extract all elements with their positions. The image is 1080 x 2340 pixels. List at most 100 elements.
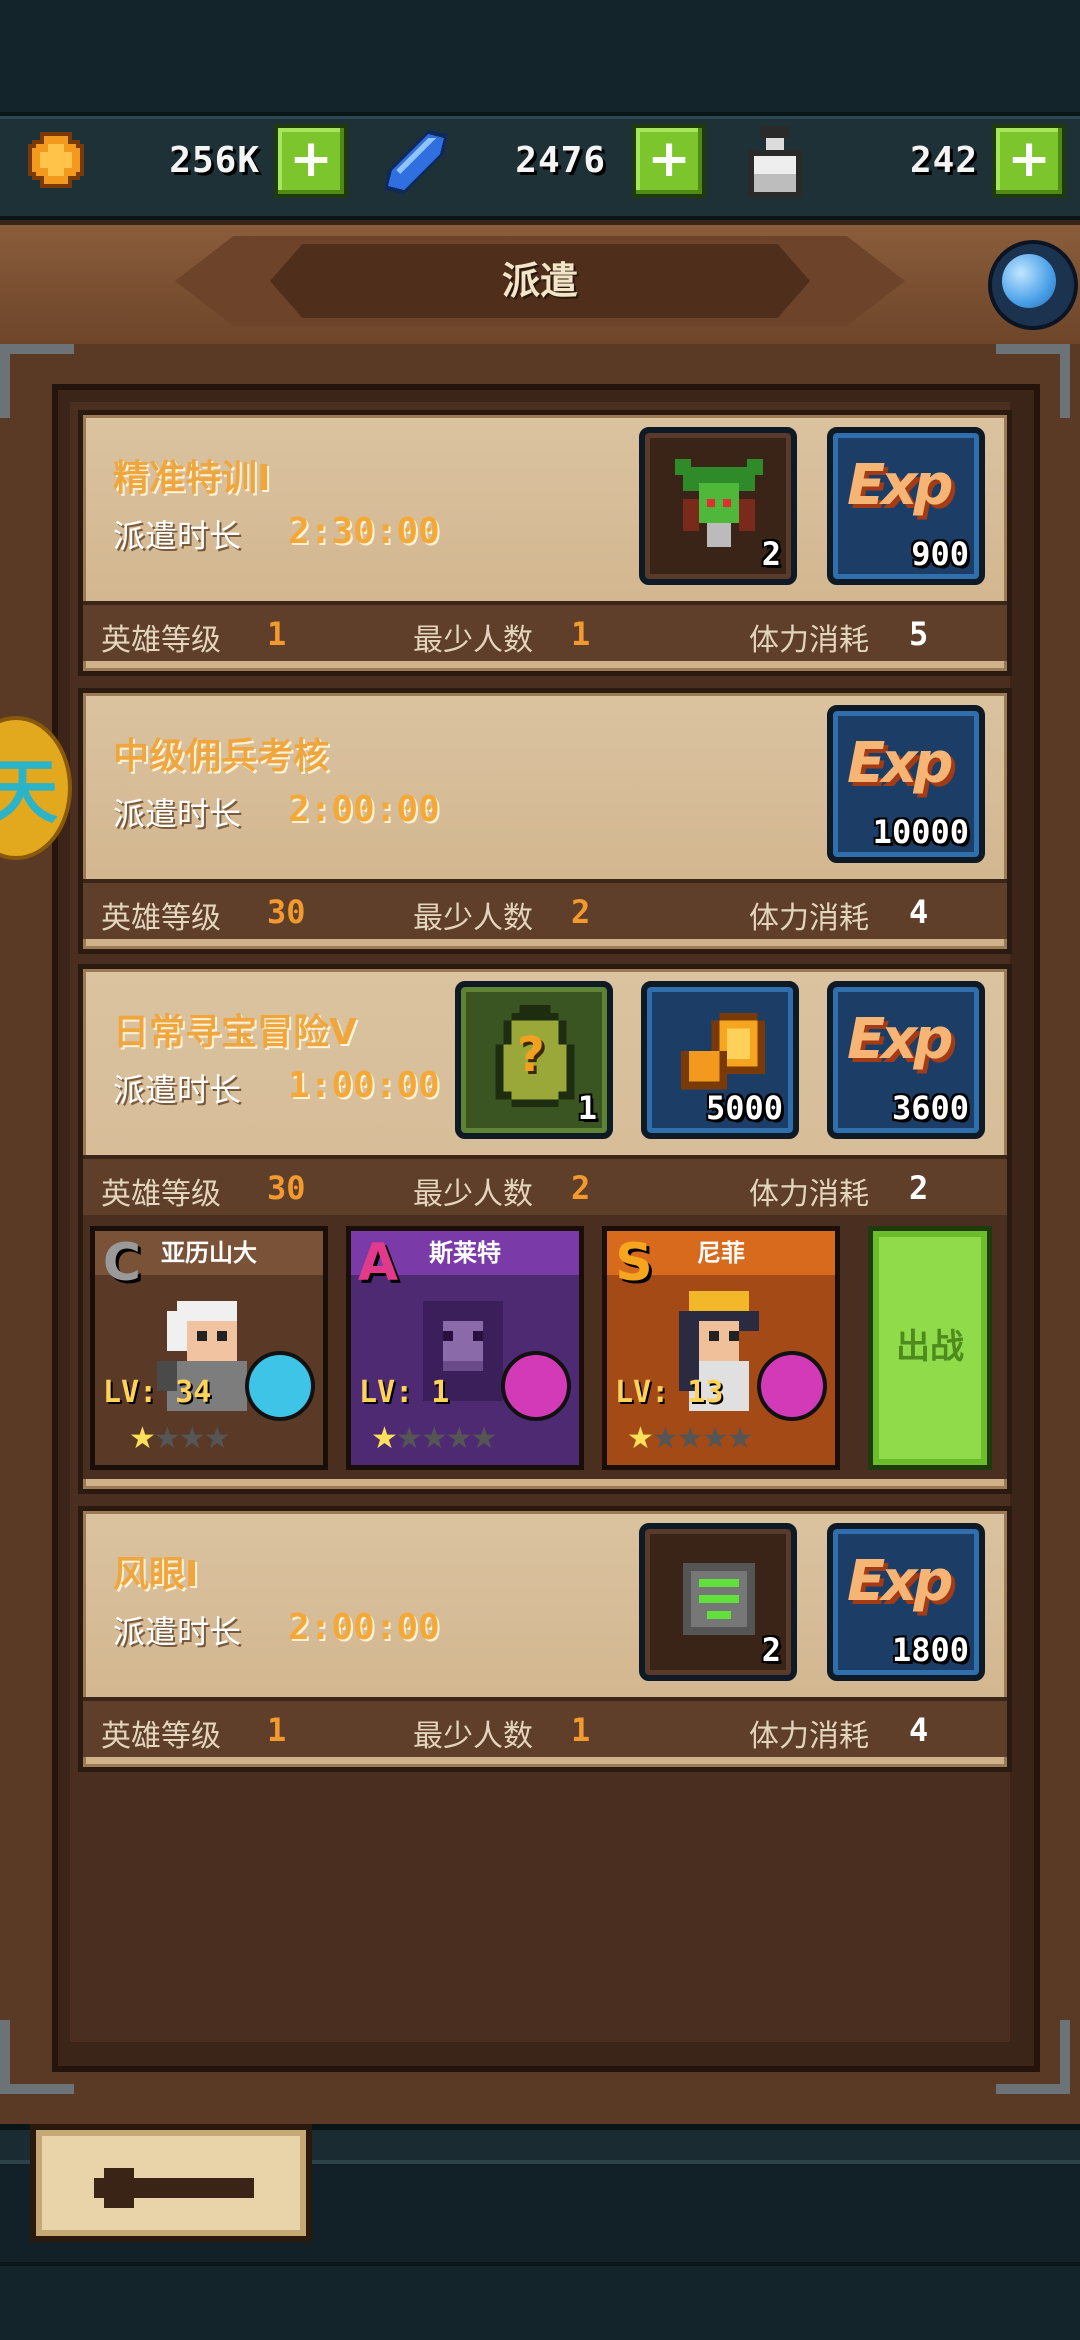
- hero-rank-badge: C: [102, 1233, 142, 1293]
- stamina-cost-value: 5: [909, 615, 929, 653]
- frame-corner-bottom-left: [0, 2020, 74, 2094]
- add-stamina-button[interactable]: +: [992, 124, 1066, 198]
- reward-qty: 5000: [705, 1089, 783, 1127]
- gold-reward-slot[interactable]: 5000: [641, 981, 799, 1139]
- mission-title: 日常寻宝冒险V: [113, 1012, 357, 1053]
- reward-qty: 2: [761, 535, 781, 573]
- gold-coin-icon: [24, 128, 88, 192]
- mystery-egg-icon: ?: [487, 1005, 583, 1119]
- stamina-cost-label: 体力消耗: [749, 901, 869, 936]
- deploy-button[interactable]: 出战: [868, 1226, 992, 1470]
- min-people-label: 最少人数: [413, 623, 533, 658]
- min-people-value: 2: [571, 893, 591, 931]
- mystery-reward-slot[interactable]: ? 1: [455, 981, 613, 1139]
- stamina-cost-value: 2: [909, 1169, 929, 1207]
- exp-reward-slot[interactable]: Exp 900: [827, 427, 985, 585]
- gem-amount: 2476: [515, 140, 606, 181]
- back-arrow-icon: [94, 2168, 254, 2208]
- hero-level-label: 英雄等级: [101, 1177, 221, 1212]
- hero-level: LV: 1: [359, 1375, 450, 1410]
- back-button[interactable]: [30, 2124, 312, 2242]
- duration-value: 2:30:00: [288, 511, 440, 552]
- mission-card[interactable]: 精准特训I 派遣时长 2:30:00 2 Exp 900 英雄等级 1 最少人数…: [78, 410, 1012, 676]
- stamina-cost-label: 体力消耗: [749, 623, 869, 658]
- mission-card[interactable]: 中级佣兵考核 派遣时长 2:00:00 Exp 10000 英雄等级 30 最少…: [78, 688, 1012, 954]
- hero-level: LV: 13: [615, 1375, 724, 1410]
- reward-qty: 1: [577, 1089, 597, 1127]
- page-title: 派遣: [501, 259, 578, 303]
- weapon-type-icon: [245, 1351, 315, 1421]
- exp-label: Exp: [847, 453, 953, 518]
- duration-value: 2:00:00: [288, 789, 440, 830]
- exp-label: Exp: [847, 731, 953, 796]
- duration-label: 派遣时长: [113, 1071, 242, 1109]
- hero-level-label: 英雄等级: [101, 1719, 221, 1754]
- mission-requirements: 英雄等级 30 最少人数 2 体力消耗 2: [83, 1155, 1007, 1215]
- green-spider-icon: [667, 451, 771, 559]
- potion-bottle-icon: [742, 126, 808, 198]
- reward-qty: 10000: [872, 813, 969, 851]
- hero-level-label: 英雄等级: [101, 901, 221, 936]
- exp-reward-slot[interactable]: Exp 3600: [827, 981, 985, 1139]
- stamina-amount: 242: [909, 140, 978, 181]
- hero-rank-badge: S: [615, 1233, 653, 1293]
- hero-card[interactable]: 亚历山大 C LV: 34 ★★★★: [90, 1226, 328, 1470]
- stamina-cost-value: 4: [909, 1711, 929, 1749]
- mission-card[interactable]: 风眼I 派遣时长 2:00:00 2 Exp 1800 英雄等级 1 最少人数 …: [78, 1506, 1012, 1772]
- gold-coins-icon: [681, 1013, 773, 1101]
- min-people-label: 最少人数: [413, 901, 533, 936]
- mission-requirements: 英雄等级 1 最少人数 1 体力消耗 4: [83, 1697, 1007, 1757]
- mission-requirements: 英雄等级 30 最少人数 2 体力消耗 4: [83, 879, 1007, 939]
- min-people-value: 1: [571, 615, 591, 653]
- exp-label: Exp: [847, 1007, 953, 1072]
- min-people-label: 最少人数: [413, 1177, 533, 1212]
- stamina-cost-value: 4: [909, 893, 929, 931]
- duration-value: 1:00:00: [288, 1065, 440, 1106]
- hero-level-value: 30: [267, 1169, 306, 1207]
- gold-amount: 256K: [169, 140, 260, 181]
- reward-qty: 2: [761, 1631, 781, 1669]
- reward-qty: 900: [911, 535, 969, 573]
- info-orb-button[interactable]: [988, 240, 1078, 330]
- duration-label: 派遣时长: [113, 517, 242, 555]
- tornado-icon: [675, 1555, 763, 1647]
- hero-stars: ★★★★: [129, 1421, 231, 1456]
- frame-corner-top-left: [0, 344, 74, 418]
- hero-stars: ★★★★★: [371, 1421, 497, 1456]
- weapon-type-icon: [501, 1351, 571, 1421]
- hero-rank-badge: A: [357, 1233, 399, 1293]
- hero-level-value: 1: [267, 1711, 287, 1749]
- hero-stars: ★★★★★: [627, 1421, 753, 1456]
- add-gold-button[interactable]: +: [274, 124, 348, 198]
- hero-level-value: 1: [267, 615, 287, 653]
- reward-qty: 1800: [891, 1631, 969, 1669]
- reward-qty: 3600: [891, 1089, 969, 1127]
- duration-value: 2:00:00: [288, 1607, 440, 1648]
- mission-requirements: 英雄等级 1 最少人数 1 体力消耗 5: [83, 601, 1007, 661]
- mission-title: 精准特训I: [113, 458, 271, 499]
- mission-title: 中级佣兵考核: [113, 736, 330, 777]
- weapon-type-icon: [757, 1351, 827, 1421]
- min-people-label: 最少人数: [413, 1719, 533, 1754]
- reward-slot[interactable]: 2: [639, 427, 797, 585]
- min-people-value: 2: [571, 1169, 591, 1207]
- exp-label: Exp: [847, 1549, 953, 1614]
- mystery-mark: ?: [517, 1027, 545, 1083]
- stamina-cost-label: 体力消耗: [749, 1177, 869, 1212]
- mission-title: 风眼I: [113, 1554, 199, 1595]
- min-people-value: 1: [571, 1711, 591, 1749]
- duration-label: 派遣时长: [113, 795, 242, 833]
- exp-reward-slot[interactable]: Exp 10000: [827, 705, 985, 863]
- hero-card[interactable]: 尼菲 S LV: 13 ★★★★★: [602, 1226, 840, 1470]
- exp-reward-slot[interactable]: Exp 1800: [827, 1523, 985, 1681]
- hero-level-value: 30: [267, 893, 306, 931]
- reward-slot[interactable]: 2: [639, 1523, 797, 1681]
- hero-level-label: 英雄等级: [101, 623, 221, 658]
- duration-label: 派遣时长: [113, 1613, 242, 1651]
- stamina-cost-label: 体力消耗: [749, 1719, 869, 1754]
- hero-level: LV: 34: [103, 1375, 212, 1410]
- frame-corner-bottom-right: [996, 2020, 1070, 2094]
- hero-card[interactable]: 斯莱特 A LV: 1 ★★★★★: [346, 1226, 584, 1470]
- add-gem-button[interactable]: +: [632, 124, 706, 198]
- frame-corner-top-right: [996, 344, 1070, 418]
